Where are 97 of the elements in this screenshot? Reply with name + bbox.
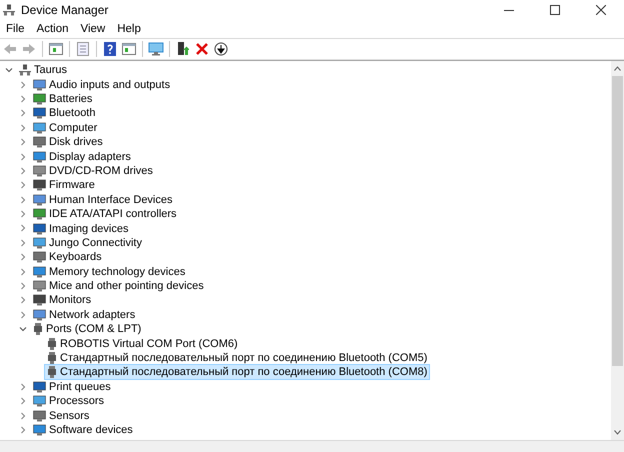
chevron-right-icon[interactable] [19, 196, 27, 204]
chevron-right-icon[interactable] [19, 210, 27, 218]
chevron-right-icon[interactable] [19, 80, 27, 89]
device-icon [33, 208, 46, 220]
tree-item[interactable]: Memory technology devices [30, 264, 188, 280]
window-icon[interactable] [48, 41, 64, 57]
chevron-right-icon[interactable] [19, 94, 27, 103]
chevron-down-icon[interactable] [5, 66, 13, 74]
device-icon [33, 395, 46, 408]
menu-item[interactable]: File [0, 23, 31, 35]
menu-item[interactable]: View [74, 23, 112, 35]
chevron-down-icon[interactable] [19, 325, 27, 334]
chevron-right-icon[interactable] [19, 296, 27, 304]
chevron-right-icon[interactable] [19, 124, 27, 132]
device-icon [33, 236, 46, 249]
chevron-right-icon[interactable] [19, 138, 27, 146]
window-icon[interactable] [121, 41, 137, 57]
device-icon [33, 251, 46, 264]
tree-item[interactable]: Ports (COM & LPT) [30, 321, 144, 338]
chevron-right-icon[interactable] [19, 382, 27, 391]
tree-item[interactable]: Jungo Connectivity [30, 234, 145, 251]
port-icon [47, 352, 57, 364]
tree-item[interactable]: Processors [30, 393, 108, 410]
device-icon [33, 266, 46, 278]
tree-item[interactable]: IDE ATA/ATAPI controllers [30, 206, 180, 222]
device-icon [33, 194, 46, 206]
chevron-right-icon[interactable] [19, 253, 27, 262]
tree-item[interactable]: Imaging devices [30, 220, 132, 236]
delete-icon[interactable] [194, 41, 210, 57]
tree-item[interactable]: Human Interface Devices [30, 192, 176, 208]
tree-item[interactable]: Sensors [30, 408, 92, 424]
download-icon[interactable] [213, 41, 229, 57]
device-icon [33, 424, 46, 436]
port-icon [47, 366, 57, 378]
chevron-right-icon[interactable] [19, 268, 27, 276]
tree-item[interactable]: ROBOTIS Virtual COM Port (COM6) [44, 336, 241, 352]
help-icon[interactable] [102, 41, 118, 57]
device-icon [33, 150, 46, 163]
computer-icon [19, 64, 31, 76]
device-icon [33, 222, 46, 234]
chevron-right-icon[interactable] [19, 282, 27, 290]
device-icon [33, 410, 46, 422]
device-icon [33, 92, 46, 105]
menu-item[interactable]: Action [30, 23, 74, 35]
scroll-thumb[interactable] [612, 76, 623, 366]
scrollbar[interactable] [611, 61, 624, 440]
chevron-right-icon[interactable] [19, 397, 27, 406]
device-icon [33, 107, 46, 120]
device-icon [33, 164, 46, 177]
scroll-down-icon[interactable] [614, 430, 621, 435]
properties-icon[interactable] [75, 41, 91, 57]
tree-item[interactable]: Network adapters [30, 306, 138, 323]
tree-item[interactable]: Print queues [30, 378, 114, 395]
device-icon [33, 280, 46, 292]
device-icon [33, 308, 46, 321]
chevron-right-icon[interactable] [19, 310, 27, 319]
back-icon[interactable] [2, 41, 18, 57]
tree-item[interactable]: Стандартный последовательный порт по соединению Bluetooth (COM5) [44, 350, 430, 366]
chevron-right-icon[interactable] [19, 109, 27, 118]
close-icon[interactable] [596, 5, 606, 15]
device-icon [33, 136, 46, 148]
chevron-right-icon[interactable] [19, 152, 27, 161]
tree-item[interactable]: Monitors [30, 292, 94, 308]
tree-item[interactable]: Display adapters [30, 148, 134, 165]
monitor-icon[interactable] [148, 41, 164, 57]
tree-item[interactable]: Software devices [30, 422, 136, 438]
port-icon [33, 323, 43, 336]
device-icon [33, 294, 46, 306]
device-icon [33, 78, 46, 91]
app-icon [3, 4, 15, 16]
tree-item[interactable]: DVD/CD-ROM drives [30, 162, 156, 179]
tree-item[interactable]: Firmware [30, 177, 98, 194]
port-icon [47, 338, 57, 350]
device-icon [33, 179, 46, 192]
window-title: Device Manager [21, 3, 110, 17]
chevron-right-icon[interactable] [19, 224, 27, 232]
maximize-icon[interactable] [550, 5, 560, 15]
tree-item[interactable]: Computer [30, 120, 100, 136]
tree-item[interactable]: Bluetooth [30, 105, 98, 122]
device-icon [33, 380, 46, 393]
tree-item[interactable]: Стандартный последовательный порт по соединению Bluetooth (COM8) [44, 364, 430, 380]
scroll-up-icon[interactable] [614, 66, 621, 71]
tree-item[interactable]: Mice and other pointing devices [30, 278, 207, 294]
device-add-icon[interactable] [175, 41, 191, 57]
chevron-right-icon[interactable] [19, 181, 27, 190]
tree-item[interactable]: Disk drives [30, 134, 106, 150]
chevron-right-icon[interactable] [19, 426, 27, 434]
chevron-right-icon[interactable] [19, 166, 27, 175]
tree-item[interactable]: Audio inputs and outputs [30, 76, 174, 93]
tree-item[interactable]: Batteries [30, 90, 96, 107]
tree-item[interactable]: Keyboards [30, 249, 105, 266]
device-icon [33, 122, 46, 134]
tree-item[interactable]: Taurus [16, 62, 70, 78]
chevron-right-icon[interactable] [19, 238, 27, 247]
forward-icon[interactable] [21, 41, 37, 57]
menu-item[interactable]: Help [111, 23, 147, 35]
chevron-right-icon[interactable] [19, 412, 27, 420]
